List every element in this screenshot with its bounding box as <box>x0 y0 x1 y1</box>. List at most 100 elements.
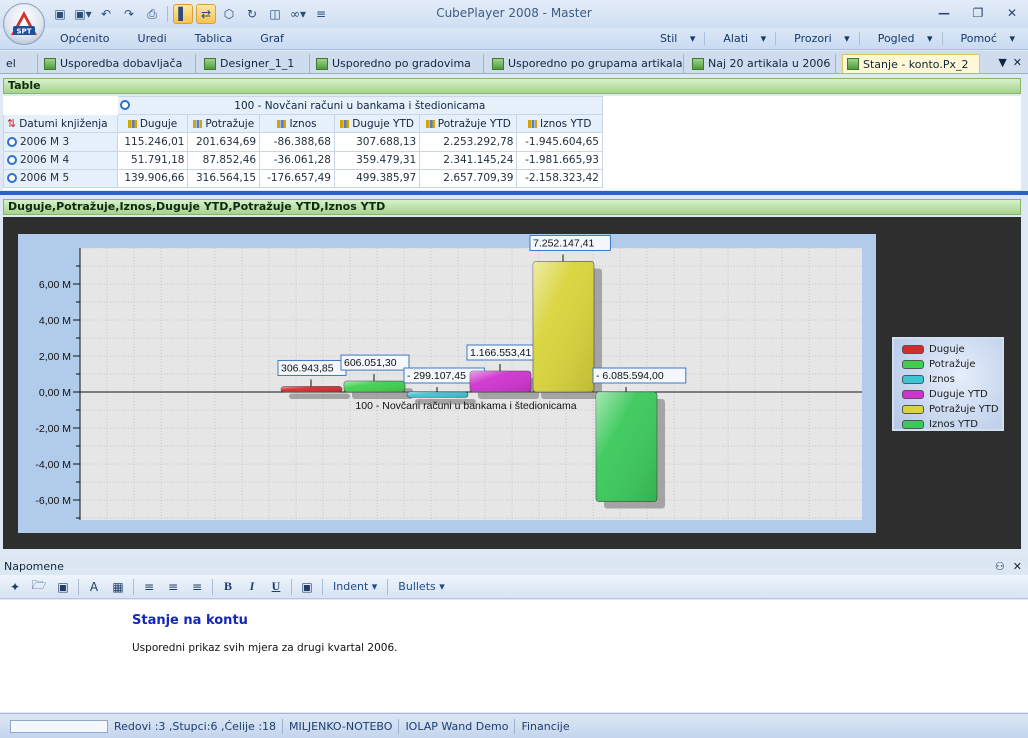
table-cell[interactable]: -176.657,49 <box>259 168 335 189</box>
table-cell[interactable]: 2.253.292,78 <box>419 132 518 152</box>
menu-pogled-label: Pogled <box>877 32 915 45</box>
bold-icon[interactable]: B <box>219 578 237 596</box>
account-header-text: 100 - Novčani računi u bankama i štedion… <box>234 99 486 112</box>
tab-label: Stanje - konto.Px_2 <box>863 57 969 71</box>
save-icon[interactable]: ▣ <box>54 578 72 596</box>
font-icon[interactable]: A <box>85 578 103 596</box>
table-cell[interactable]: 499.385,97 <box>333 168 421 189</box>
row-header[interactable]: 2006 M 3 <box>3 132 118 152</box>
menu-prozori[interactable]: Prozori ▾ <box>775 32 859 45</box>
app-menu-button[interactable]: SPT <box>3 3 45 45</box>
table-icon[interactable]: ▦ <box>109 578 127 596</box>
minimize-icon[interactable]: — <box>934 4 954 22</box>
open-folder-icon[interactable]: 🗁 <box>30 578 48 596</box>
row-header[interactable]: 2006 M 4 <box>3 150 118 170</box>
connect-icon[interactable]: ∞▾ <box>288 4 308 24</box>
table-cell[interactable]: -36.061,28 <box>259 150 335 170</box>
table-cell[interactable]: 359.479,31 <box>333 150 421 170</box>
table-cell[interactable]: 2.657.709,39 <box>419 168 518 189</box>
close-icon[interactable]: ✕ <box>1013 558 1022 575</box>
table-cell[interactable]: -2.158.323,42 <box>516 168 603 189</box>
column-header[interactable]: Duguje YTD <box>333 114 421 134</box>
dimension-icon <box>7 173 17 184</box>
tab-stanje-konto[interactable]: Stanje - konto.Px_2 <box>842 54 980 73</box>
align-left-icon[interactable]: ≡ <box>140 578 158 596</box>
refresh-icon[interactable]: ↻ <box>242 4 262 24</box>
table-cell[interactable]: 316.564,15 <box>187 168 261 189</box>
table-cell[interactable]: -1.945.604,65 <box>516 132 603 152</box>
menu-pomoc[interactable]: Pomoć ▾ <box>941 32 1025 45</box>
customize-icon[interactable]: ≡ <box>311 4 331 24</box>
table-cell[interactable]: -86.388,68 <box>259 132 335 152</box>
undo-icon[interactable]: ↶ <box>96 4 116 24</box>
tab-usporedno-grupe[interactable]: Usporedno po grupama artikala <box>488 54 684 73</box>
tab-partial[interactable]: el <box>2 54 38 73</box>
column-header[interactable]: Potražuje <box>187 114 261 134</box>
new-document-icon[interactable]: ✦ <box>6 578 24 596</box>
table-cell[interactable]: 2.341.145,24 <box>419 150 518 170</box>
tab-designer[interactable]: Designer_1_1 <box>200 54 310 73</box>
table-cell[interactable]: -1.981.665,93 <box>516 150 603 170</box>
tab-controls: ▼ ✕ <box>998 56 1022 69</box>
account-header[interactable]: 100 - Novčani računi u bankama i štedion… <box>116 95 604 116</box>
column-header[interactable]: Potražuje YTD <box>419 114 518 134</box>
save-as-icon[interactable]: ▣▾ <box>73 4 93 24</box>
table-cell[interactable]: 139.906,66 <box>116 168 189 189</box>
image-icon[interactable]: ▣ <box>298 578 316 596</box>
sort-icon: ⇅ <box>7 117 17 131</box>
legend-swatch <box>902 420 924 429</box>
align-center-icon[interactable]: ≡ <box>164 578 182 596</box>
save-icon[interactable]: ▣ <box>50 4 70 24</box>
pivot-table: 100 - Novčani računi u bankama i štedion… <box>3 95 604 189</box>
chart-legend[interactable]: Duguje Potražuje Iznos Duguje YTD Potraž… <box>892 337 1004 431</box>
print-icon[interactable]: ⎙ <box>142 4 162 24</box>
pivot-table-area: 100 - Novčani računi u bankama i štedion… <box>3 95 1021 190</box>
row-header[interactable]: 2006 M 5 <box>3 168 118 189</box>
restore-icon[interactable]: ❐ <box>968 4 988 22</box>
export-icon[interactable]: ◫ <box>265 4 285 24</box>
menu-alati[interactable]: Alati ▾ <box>704 32 775 45</box>
menu-stil[interactable]: Stil ▾ <box>642 32 704 45</box>
column-header-label: Iznos <box>289 117 317 130</box>
table-header-row: 100 - Novčani računi u bankama i štedion… <box>3 95 604 116</box>
underline-icon[interactable]: U <box>267 578 285 596</box>
column-header[interactable]: Iznos YTD <box>516 114 603 134</box>
indent-button[interactable]: Indent ▾ <box>329 580 381 593</box>
panel-splitter[interactable] <box>0 191 1028 195</box>
measure-icon <box>277 119 287 128</box>
column-header[interactable]: Duguje <box>116 114 189 134</box>
redo-icon[interactable]: ↷ <box>119 4 139 24</box>
tab-usporedno-gradovi[interactable]: Usporedno po gradovima <box>312 54 484 73</box>
column-header-label: Potražuje YTD <box>437 117 511 130</box>
tab-label: Designer_1_1 <box>220 57 295 70</box>
menu-pogled[interactable]: Pogled ▾ <box>858 32 942 45</box>
pin-icon[interactable]: ⚇ <box>995 558 1005 575</box>
tab-naj-20[interactable]: Naj 20 artikala u 2006 <box>688 54 836 73</box>
status-separator <box>398 718 400 734</box>
menu-tablica[interactable]: Tablica <box>181 32 247 45</box>
close-icon[interactable]: ✕ <box>1002 4 1022 22</box>
chart-icon[interactable]: ▌ <box>173 4 193 24</box>
tab-usporedba-dobavljaca[interactable]: Usporedba dobavljača <box>40 54 196 73</box>
row-dimension-header[interactable]: ⇅ Datumi knjiženja <box>3 114 118 134</box>
notes-editor[interactable]: Stanje na kontu Usporedni prikaz svih mj… <box>0 600 1028 712</box>
close-tab-icon[interactable]: ✕ <box>1013 56 1022 69</box>
bullets-button[interactable]: Bullets ▾ <box>394 580 448 593</box>
table-cell[interactable]: 307.688,13 <box>333 132 421 152</box>
table-cell[interactable]: 87.852,46 <box>187 150 261 170</box>
italic-icon[interactable]: I <box>243 578 261 596</box>
column-header[interactable]: Iznos <box>259 114 335 134</box>
table-row: 2006 M 3 115.246,01 201.634,69 -86.388,6… <box>3 132 603 152</box>
tab-list-icon[interactable]: ▼ <box>998 56 1006 69</box>
menu-prozori-label: Prozori <box>794 32 832 45</box>
table-cell[interactable]: 51.791,18 <box>116 150 189 170</box>
menu-opcenito[interactable]: Općenito <box>60 32 124 45</box>
table-cell[interactable]: 115.246,01 <box>116 132 189 152</box>
table-cell[interactable]: 201.634,69 <box>187 132 261 152</box>
cube-icon[interactable]: ⬡ <box>219 4 239 24</box>
status-separator <box>514 718 516 734</box>
swap-icon[interactable]: ⇄ <box>196 4 216 24</box>
align-right-icon[interactable]: ≡ <box>188 578 206 596</box>
menu-graf[interactable]: Graf <box>246 32 298 45</box>
menu-uredi[interactable]: Uredi <box>124 32 181 45</box>
